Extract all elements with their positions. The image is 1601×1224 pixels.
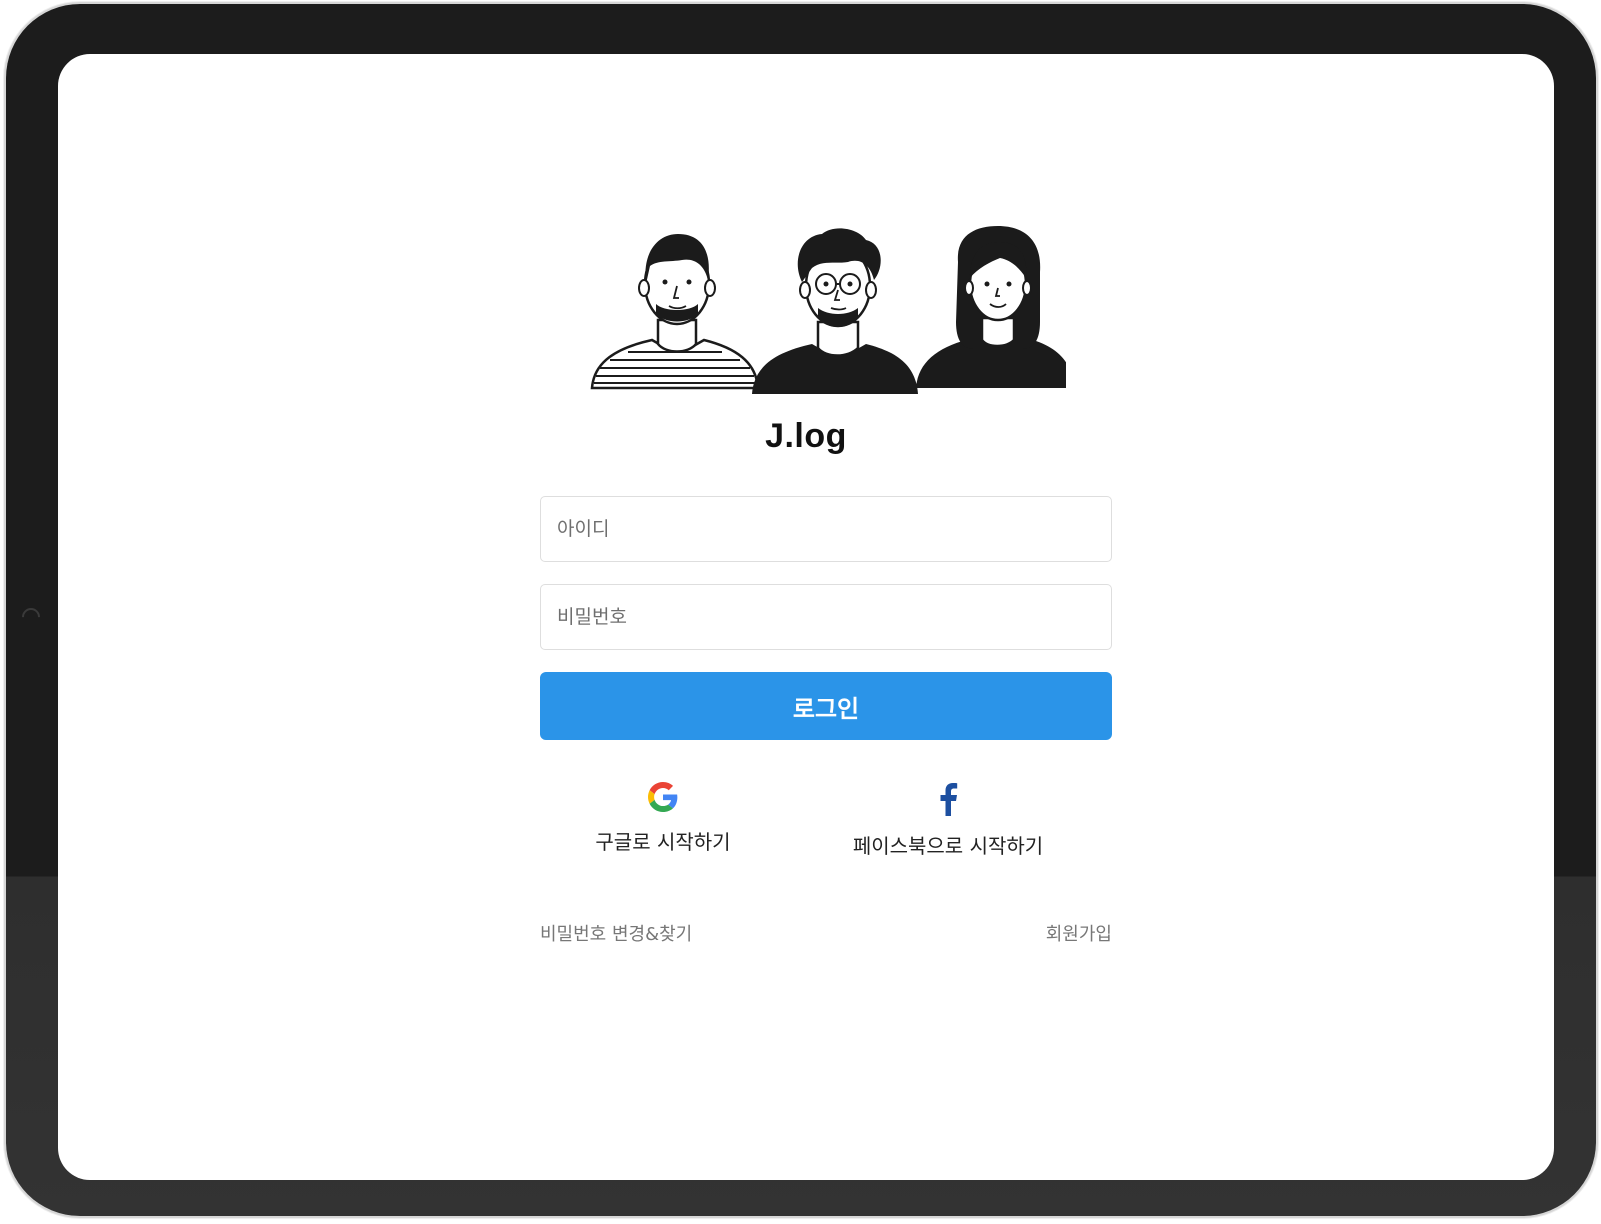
google-login-button[interactable]: 구글로 시작하기: [578, 782, 748, 855]
people-illustration: [590, 226, 1066, 394]
login-button[interactable]: 로그인: [540, 672, 1112, 740]
screen: J.log 로그인 구글로 시작하기 페이스북으로 시작하기 비밀: [58, 54, 1554, 1180]
google-login-label: 구글로 시작하기: [595, 830, 731, 854]
id-input[interactable]: [540, 496, 1112, 562]
tablet-frame: J.log 로그인 구글로 시작하기 페이스북으로 시작하기 비밀: [6, 4, 1596, 1216]
google-icon: [648, 782, 678, 812]
facebook-login-button[interactable]: 페이스북으로 시작하기: [833, 782, 1063, 859]
facebook-icon: [940, 783, 958, 816]
signup-link[interactable]: 회원가입: [1034, 920, 1112, 946]
facebook-login-label: 페이스북으로 시작하기: [852, 834, 1044, 858]
person-striped-shirt: [590, 234, 760, 390]
person-long-hair: [916, 226, 1066, 388]
person-glasses: [752, 228, 918, 394]
camera-icon: [18, 604, 44, 630]
brand-title: J.log: [765, 417, 847, 455]
password-find-link[interactable]: 비밀번호 변경&찾기: [540, 920, 692, 946]
login-page: J.log 로그인 구글로 시작하기 페이스북으로 시작하기 비밀: [58, 54, 1554, 1180]
password-input[interactable]: [540, 584, 1112, 650]
